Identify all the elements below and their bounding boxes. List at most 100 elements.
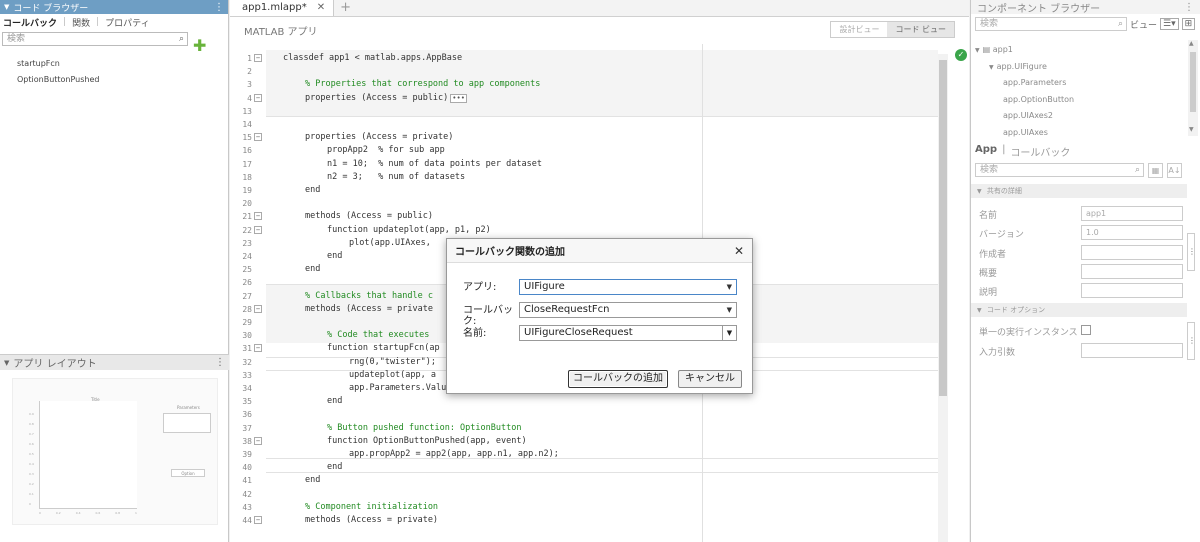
design-view-button[interactable]: 設計ビュー <box>831 22 888 37</box>
code-line[interactable]: 39 app.propApp2 = app2(app, app.n1, app.n… <box>230 448 938 461</box>
view-options-icon[interactable]: ☰▾ <box>1160 18 1179 30</box>
collapsed-code-icon[interactable]: ••• <box>450 93 467 103</box>
add-tab-plus-icon[interactable]: + <box>334 0 357 16</box>
view-label[interactable]: ビュー <box>1130 18 1157 31</box>
collapse-triangle-icon[interactable]: ▼ <box>4 3 9 11</box>
scrollbar-thumb[interactable] <box>939 60 947 396</box>
fold-toggle-icon[interactable]: − <box>254 304 262 313</box>
code-browser-header[interactable]: ▼ コード ブラウザー ⋮ <box>0 0 228 14</box>
component-search-input[interactable]: 検索 ⌕ <box>975 17 1127 31</box>
code-line[interactable]: 36 <box>230 408 938 421</box>
app-select[interactable]: UIFigure ▼ <box>519 279 737 295</box>
tab-functions[interactable]: 関数 <box>72 16 90 29</box>
code-view-button[interactable]: コード ビュー <box>887 22 954 37</box>
line-number: 37 <box>242 423 252 433</box>
tab-properties[interactable]: プロパティ <box>105 16 149 29</box>
code-line[interactable]: 41 end <box>230 474 938 487</box>
tree-node[interactable]: app.OptionButton <box>1003 92 1074 108</box>
code-analyzer-ok-icon[interactable]: ✓ <box>955 49 967 61</box>
property-field[interactable]: 1.0 <box>1081 225 1183 241</box>
line-number: 30 <box>242 331 252 341</box>
code-line[interactable]: 22− function updateplot(app, p1, p2) <box>230 224 938 237</box>
dropdown-arrow-icon[interactable]: ▼ <box>722 326 736 340</box>
fold-toggle-icon[interactable]: − <box>254 212 262 221</box>
tree-scrollbar[interactable]: ▲ ▼ <box>1188 40 1198 136</box>
collapse-triangle-icon[interactable]: ▼ <box>4 359 9 367</box>
expand-triangle-icon[interactable]: ▼ <box>975 47 980 54</box>
sort-az-icon[interactable]: A↓ <box>1167 163 1182 178</box>
code-line[interactable]: 2 <box>230 65 938 78</box>
tree-node[interactable]: app.UIAxes <box>1003 125 1048 141</box>
collapse-triangle-icon[interactable]: ▼ <box>977 307 982 314</box>
property-field[interactable]: app1 <box>1081 206 1183 221</box>
code-line[interactable]: 21− methods (Access = public) <box>230 210 938 223</box>
code-line[interactable]: 3 % Properties that correspond to app com… <box>230 78 938 91</box>
group-shared-details[interactable]: ▼ 共有の詳細 <box>971 184 1187 198</box>
tab-app1[interactable]: app1.mlapp* ✕ <box>230 0 335 16</box>
side-more-button[interactable]: ⋮ <box>1187 322 1196 360</box>
cancel-button[interactable]: キャンセル <box>678 370 742 388</box>
more-options-icon[interactable]: ⋮ <box>1184 2 1194 13</box>
fold-toggle-icon[interactable]: − <box>254 516 262 524</box>
add-callback-button[interactable]: コールバックの追加 <box>568 370 668 388</box>
callback-select[interactable]: CloseRequestFcn ▼ <box>519 302 737 318</box>
more-options-icon[interactable]: ⋮ <box>214 2 224 13</box>
property-field[interactable] <box>1081 263 1183 279</box>
tree-node[interactable]: app.Parameters <box>1003 75 1066 91</box>
line-number: 44 <box>242 516 252 525</box>
code-line[interactable]: 35 end <box>230 395 938 408</box>
code-line[interactable]: 18 n2 = 3; % num of datasets <box>230 171 938 184</box>
code-line[interactable]: 43 % Component initialization <box>230 501 938 514</box>
property-field[interactable] <box>1081 244 1183 260</box>
code-line[interactable]: 40 end <box>230 461 938 474</box>
group-code-options[interactable]: ▼ コード オプション <box>971 303 1187 317</box>
name-combobox[interactable]: UIFigureCloseRequest ▼ <box>519 325 737 341</box>
more-options-icon[interactable]: ⋮ <box>215 357 225 368</box>
code-line[interactable]: 4− properties (Access = public) ••• <box>230 92 938 105</box>
tree-node[interactable]: ▼ ▤ app1 <box>975 42 1013 58</box>
code-browser-search-input[interactable]: 検索 ⌕ <box>2 32 188 46</box>
close-icon[interactable]: ✕ <box>317 2 325 13</box>
tab-callbacks[interactable]: コールバック <box>1010 144 1070 159</box>
tab-callbacks[interactable]: コールバック <box>3 16 57 29</box>
fold-toggle-icon[interactable]: − <box>254 225 262 234</box>
fold-toggle-icon[interactable]: − <box>254 93 262 102</box>
code-line[interactable]: 17 n1 = 10; % num of data points per data… <box>230 158 938 171</box>
list-item[interactable]: startupFcn <box>0 56 228 72</box>
property-field[interactable] <box>1081 283 1183 299</box>
tree-node[interactable]: app.UIAxes2 <box>1003 108 1053 124</box>
code-line[interactable]: 19 end <box>230 184 938 197</box>
single-instance-checkbox[interactable] <box>1081 325 1091 335</box>
scroll-up-icon[interactable]: ▲ <box>1189 40 1194 47</box>
scrollbar-thumb[interactable] <box>1190 52 1196 112</box>
tab-app[interactable]: App <box>975 144 997 159</box>
code-line[interactable]: 1− classdef app1 < matlab.apps.AppBase <box>230 52 938 65</box>
app-layout-header[interactable]: ▼ アプリ レイアウト ⋮ <box>0 354 229 370</box>
fold-toggle-icon[interactable]: − <box>254 436 262 445</box>
close-icon[interactable]: ✕ <box>734 244 744 258</box>
fold-toggle-icon[interactable]: − <box>254 133 262 142</box>
list-item[interactable]: OptionButtonPushed <box>0 72 228 88</box>
code-line[interactable]: 20 <box>230 197 938 210</box>
code-line[interactable]: 44− methods (Access = private) <box>230 514 938 527</box>
add-callback-plus-icon[interactable]: ✚ <box>193 38 206 54</box>
scroll-down-icon[interactable]: ▼ <box>1189 126 1194 133</box>
tree-node[interactable]: ▼ app.UIFigure <box>989 59 1047 75</box>
editor-scrollbar[interactable] <box>938 54 948 542</box>
collapse-triangle-icon[interactable]: ▼ <box>977 188 982 195</box>
code-line[interactable]: 13 <box>230 105 938 118</box>
group-view-icon[interactable]: ▦ <box>1148 163 1163 178</box>
fold-toggle-icon[interactable]: − <box>254 54 262 62</box>
code-line[interactable]: 37 % Button pushed function: OptionButton <box>230 422 938 435</box>
side-more-button[interactable]: ⋮ <box>1187 233 1196 271</box>
code-line[interactable]: 15− properties (Access = private) <box>230 131 938 144</box>
code-line[interactable]: 14 <box>230 118 938 131</box>
code-line[interactable]: 16 propApp2 % for sub app <box>230 144 938 157</box>
fold-toggle-icon[interactable]: − <box>254 344 262 353</box>
expand-icon[interactable]: ⊞ <box>1181 18 1196 30</box>
input-args-field[interactable] <box>1081 343 1183 358</box>
code-line[interactable]: 42 <box>230 488 938 501</box>
inspector-search-input[interactable]: 検索 ⌕ <box>975 163 1144 177</box>
code-line[interactable]: 38− function OptionButtonPushed(app, even… <box>230 435 938 448</box>
expand-triangle-icon[interactable]: ▼ <box>989 64 994 71</box>
